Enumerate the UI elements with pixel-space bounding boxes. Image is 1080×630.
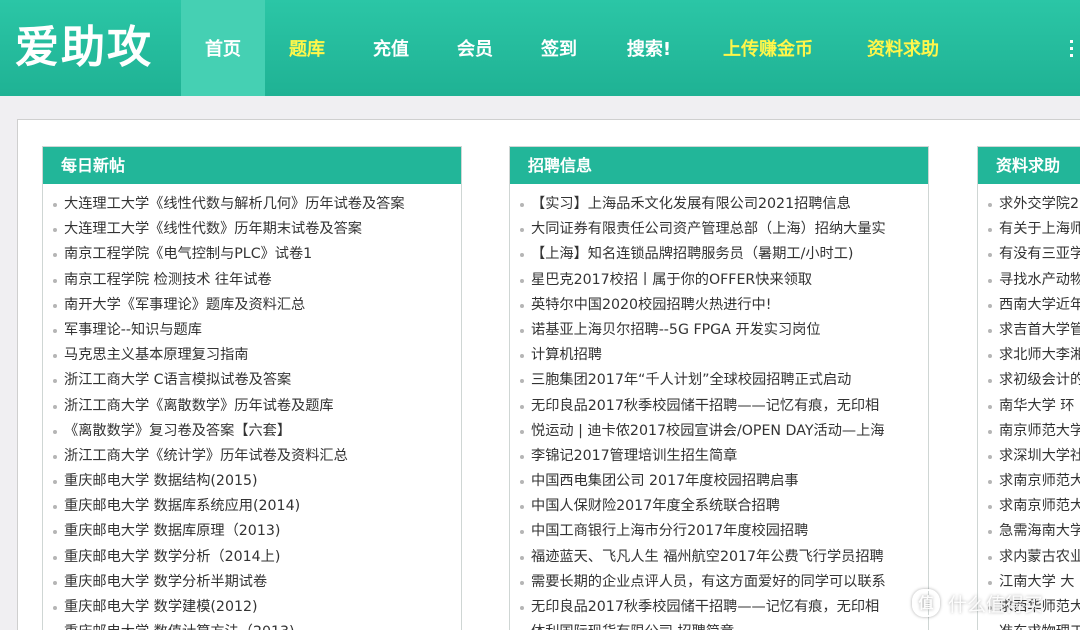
main-panel: 每日新帖 大连理工大学《线性代数与解析几何》历年试卷及答案 大连理工大学《线性代数… [17,119,1080,630]
request-link[interactable]: 求南京师范大 [978,469,1080,494]
more-menu-icon[interactable] [1066,40,1080,60]
post-link[interactable]: 南开大学《军事理论》题库及资料汇总 [43,293,461,318]
request-link[interactable]: 寻找水产动物 [978,268,1080,293]
card-title: 资料求助 [978,147,1080,184]
request-link[interactable]: 南华大学 环 [978,394,1080,419]
card-title: 招聘信息 [510,147,928,184]
job-link[interactable]: 无印良品2017秋季校园储干招聘——记忆有痕，无印相 [510,595,928,620]
job-link[interactable]: 英特尔中国2020校园招聘火热进行中! [510,293,928,318]
post-link[interactable]: 重庆邮电大学 数据库原理（2013) [43,519,461,544]
job-link[interactable]: 大同证券有限责任公司资产管理总部（上海）招纳大量实 [510,217,928,242]
request-list: 求外交学院2 有关于上海师 有没有三亚学 寻找水产动物 西南大学近年 求吉首大学管 求北师大… [978,184,1080,630]
site-logo[interactable]: 爱助攻 [15,20,153,76]
post-link[interactable]: 浙江工商大学《统计学》历年试卷及资料汇总 [43,444,461,469]
watermark-text: 什么值得买 [948,593,1044,616]
job-link[interactable]: 星巴克2017校招丨属于你的OFFER快来领取 [510,268,928,293]
site-header: 爱助攻 首页 题库 充值 会员 签到 搜索! 上传赚金币 资料求助 [0,0,1080,96]
request-link[interactable]: 求吉首大学管 [978,318,1080,343]
job-link[interactable]: 诺基亚上海贝尔招聘--5G FPGA 开发实习岗位 [510,318,928,343]
post-link[interactable]: 浙江工商大学 C语言模拟试卷及答案 [43,368,461,393]
nav-item-search[interactable]: 搜索! [601,0,697,96]
post-link[interactable]: 南京工程学院 检测技术 往年试卷 [43,268,461,293]
job-link[interactable]: 无印良品2017秋季校园储干招聘——记忆有痕，无印相 [510,394,928,419]
post-link[interactable]: 重庆邮电大学 数学分析（2014上) [43,545,461,570]
job-link[interactable]: 【实习】上海品禾文化发展有限公司2021招聘信息 [510,192,928,217]
job-link[interactable]: 三胞集团2017年“千人计划”全球校园招聘正式启动 [510,368,928,393]
nav-item-upload-earn[interactable]: 上传赚金币 [697,0,839,96]
watermark-logo-icon: 值 [912,589,940,617]
nav-item-question-bank[interactable]: 题库 [265,0,349,96]
request-link[interactable]: 求北师大李湘 [978,343,1080,368]
post-link[interactable]: 军事理论--知识与题库 [43,318,461,343]
request-link[interactable]: 求内蒙古农业 [978,545,1080,570]
request-link[interactable]: 求深圳大学社 [978,444,1080,469]
job-link[interactable]: 福迹蓝天、飞凡人生 福州航空2017年公费飞行学员招聘 [510,545,928,570]
job-link[interactable]: 计算机招聘 [510,343,928,368]
post-link[interactable]: 马克思主义基本原理复习指南 [43,343,461,368]
job-link[interactable]: 【上海】知名连锁品牌招聘服务员（暑期工/小时工) [510,242,928,267]
card-resource-requests: 资料求助 求外交学院2 有关于上海师 有没有三亚学 寻找水产动物 西南大学近年 求吉首大学… [977,146,1080,630]
request-link[interactable]: 有没有三亚学 [978,242,1080,267]
post-link[interactable]: 《离散数学》复习卷及答案【六套】 [43,419,461,444]
job-link[interactable]: 中国西电集团公司 2017年度校园招聘启事 [510,469,928,494]
request-link[interactable]: 求外交学院2 [978,192,1080,217]
nav-item-membership[interactable]: 会员 [433,0,517,96]
post-link[interactable]: 大连理工大学《线性代数与解析几何》历年试卷及答案 [43,192,461,217]
post-link[interactable]: 南京工程学院《电气控制与PLC》试卷1 [43,242,461,267]
post-link[interactable]: 重庆邮电大学 数据结构(2015) [43,469,461,494]
request-link[interactable]: 求南京师范大 [978,494,1080,519]
request-link[interactable]: 急需海南大学 [978,519,1080,544]
watermark: 值 什么值得买 [912,588,1043,618]
job-link[interactable]: 悦运动 | 迪卡侬2017校园宣讲会/OPEN DAY活动—上海 [510,419,928,444]
job-link[interactable]: 需要长期的企业点评人员，有这方面爱好的同学可以联系 [510,570,928,595]
card-title: 每日新帖 [43,147,461,184]
post-link[interactable]: 浙江工商大学《离散数学》历年试卷及题库 [43,394,461,419]
request-link[interactable]: 有关于上海师 [978,217,1080,242]
request-link[interactable]: 求初级会计的 [978,368,1080,393]
job-link[interactable]: 中国人保财险2017年度全系统联合招聘 [510,494,928,519]
nav-item-home[interactable]: 首页 [181,0,265,96]
job-list: 【实习】上海品禾文化发展有限公司2021招聘信息 大同证券有限责任公司资产管理总部… [510,184,928,630]
nav-item-resource-request[interactable]: 资料求助 [839,0,967,96]
request-link[interactable]: 南京师范大学 [978,419,1080,444]
job-link[interactable]: 中国工商银行上海市分行2017年度校园招聘 [510,519,928,544]
post-link[interactable]: 重庆邮电大学 数据库系统应用(2014) [43,494,461,519]
post-link[interactable]: 重庆邮电大学 数学分析半期试卷 [43,570,461,595]
request-link[interactable]: 西南大学近年 [978,293,1080,318]
post-link[interactable]: 重庆邮电大学 数学建模(2012) [43,595,461,620]
card-job-info: 招聘信息 【实习】上海品禾文化发展有限公司2021招聘信息 大同证券有限责任公司资… [509,146,929,630]
main-nav: 首页 题库 充值 会员 签到 搜索! 上传赚金币 资料求助 [181,0,967,96]
nav-item-recharge[interactable]: 充值 [349,0,433,96]
nav-item-checkin[interactable]: 签到 [517,0,601,96]
job-link[interactable]: 李锦记2017管理培训生招生简章 [510,444,928,469]
post-link[interactable]: 大连理工大学《线性代数》历年期末试卷及答案 [43,217,461,242]
card-daily-posts: 每日新帖 大连理工大学《线性代数与解析几何》历年试卷及答案 大连理工大学《线性代数… [42,146,462,630]
post-list: 大连理工大学《线性代数与解析几何》历年试卷及答案 大连理工大学《线性代数》历年期末… [43,184,461,630]
